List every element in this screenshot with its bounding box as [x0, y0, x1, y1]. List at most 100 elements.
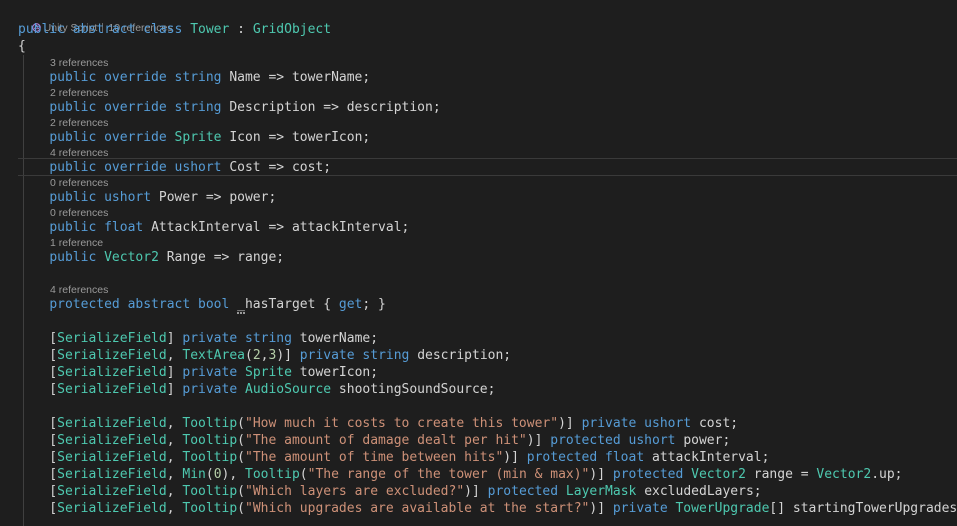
code-token: public ushort	[49, 190, 159, 205]
code-token: ]	[166, 382, 183, 397]
code-line[interactable]: public float AttackInterval => attackInt…	[18, 219, 957, 236]
code-token: Tooltip	[245, 467, 300, 482]
codelens-references[interactable]: 4 references	[50, 147, 108, 159]
code-token: "Which layers are excluded?"	[245, 484, 465, 499]
code-token: [	[18, 450, 58, 465]
code-token: SerializeField	[57, 484, 167, 499]
code-token: LayerMask	[565, 484, 637, 499]
codelens-references[interactable]: 1 reference	[50, 237, 103, 249]
code-token: Vector2	[691, 467, 746, 482]
codelens-references[interactable]: 0 references	[50, 177, 108, 189]
code-token: [	[18, 365, 58, 380]
code-line[interactable]: [SerializeField, TextArea(2,3)] private …	[18, 347, 957, 364]
code-token: Tooltip	[182, 484, 238, 499]
code-editor[interactable]: Unity Script 10 references public abstrac…	[0, 0, 957, 526]
code-token: SerializeField	[57, 331, 167, 346]
code-token: towerIcon;	[291, 365, 379, 380]
code-line[interactable]: [SerializeField] private string towerNam…	[18, 330, 957, 347]
code-line[interactable]: [SerializeField, Min(0), Tooltip("The ra…	[18, 466, 957, 483]
code-token: ; }	[362, 297, 386, 312]
code-token: towerName;	[299, 331, 379, 346]
code-token: ]	[166, 365, 183, 380]
code-token: Sprite	[245, 365, 292, 380]
naming-hint-underline[interactable]: _	[237, 297, 245, 314]
code-token: (	[299, 467, 308, 482]
code-token: GridObject	[252, 22, 332, 37]
code-token: Description => description;	[229, 100, 441, 115]
code-token: [	[18, 348, 58, 363]
code-token: SerializeField	[57, 348, 167, 363]
code-token: .up;	[871, 467, 903, 482]
codelens-references[interactable]: 0 references	[50, 207, 108, 219]
code-token: [] startingTowerUpgrades;	[769, 501, 957, 516]
code-line[interactable]: protected abstract bool _hasTarget { get…	[18, 296, 957, 314]
code-token: (	[237, 416, 245, 431]
code-token: (	[237, 433, 245, 448]
code-line[interactable]: public ushort Power => power;	[18, 189, 957, 206]
code-token: cost;	[698, 416, 739, 431]
code-token: [	[18, 433, 58, 448]
code-token: shootingSoundSource;	[331, 382, 496, 397]
code-token: Vector2	[816, 467, 872, 482]
code-token: [	[18, 501, 58, 516]
code-token: (	[237, 450, 245, 465]
code-line[interactable]: {	[18, 38, 957, 55]
code-token: ]	[166, 331, 183, 346]
code-token: ,	[166, 348, 183, 363]
code-token: ),	[221, 467, 245, 482]
code-token: )]	[276, 348, 300, 363]
code-token: 0	[213, 467, 222, 482]
code-token: Power => power;	[158, 190, 277, 205]
code-token: ,	[166, 450, 183, 465]
code-token: excludedLayers;	[636, 484, 762, 499]
code-token: private	[182, 365, 245, 380]
code-line[interactable]: [SerializeField, Tooltip("Which upgrades…	[18, 500, 957, 517]
code-line[interactable]: public override Sprite Icon => towerIcon…	[18, 129, 957, 146]
code-token: ,	[166, 433, 183, 448]
code-token: get	[338, 297, 363, 312]
codelens-references[interactable]: 4 references	[50, 284, 108, 296]
code-token: public override	[49, 130, 175, 145]
code-token: private ushort	[581, 416, 699, 431]
code-token: [	[18, 331, 58, 346]
code-token: ,	[166, 501, 183, 516]
code-token: ,	[166, 484, 183, 499]
code-token: protected float	[526, 450, 652, 465]
code-line[interactable]: [SerializeField, Tooltip("How much it co…	[18, 415, 957, 432]
code-line[interactable]: [SerializeField, Tooltip("The amount of …	[18, 449, 957, 466]
codelens-references[interactable]: 2 references	[50, 87, 108, 99]
code-token: Icon => towerIcon;	[221, 130, 371, 145]
codelens-references[interactable]: 2 references	[50, 117, 108, 129]
code-token: )]	[589, 467, 613, 482]
code-token: private string	[182, 331, 300, 346]
code-token: Tooltip	[182, 450, 238, 465]
code-token: {	[18, 39, 26, 54]
code-line[interactable]: public override ushort Cost => cost;	[18, 159, 957, 176]
code-token: )]	[526, 433, 551, 448]
code-token: Sprite	[174, 130, 222, 145]
code-line[interactable]: [SerializeField, Tooltip("Which layers a…	[18, 483, 957, 500]
code-line[interactable]: public override string Description => de…	[18, 99, 957, 116]
code-token: )]	[589, 501, 613, 516]
codelens-references[interactable]: 3 references	[50, 57, 108, 69]
code-line[interactable]: public override string Name => towerName…	[18, 69, 957, 86]
code-token: "The amount of damage dealt per hit"	[245, 433, 527, 448]
code-line[interactable]: [SerializeField, Tooltip("The amount of …	[18, 432, 957, 449]
code-line[interactable]: public abstract class Tower : GridObject	[18, 21, 957, 38]
code-token: (	[237, 501, 245, 516]
code-line[interactable]: public Vector2 Range => range;	[18, 249, 957, 266]
code-token: power;	[683, 433, 731, 448]
code-token: [	[18, 467, 58, 482]
code-token: public override string	[49, 70, 230, 85]
code-token: Tooltip	[182, 501, 238, 516]
code-line[interactable]: [SerializeField] private Sprite towerIco…	[18, 364, 957, 381]
code-token: SerializeField	[57, 382, 167, 397]
code-line[interactable]: [SerializeField] private AudioSource sho…	[18, 381, 957, 398]
